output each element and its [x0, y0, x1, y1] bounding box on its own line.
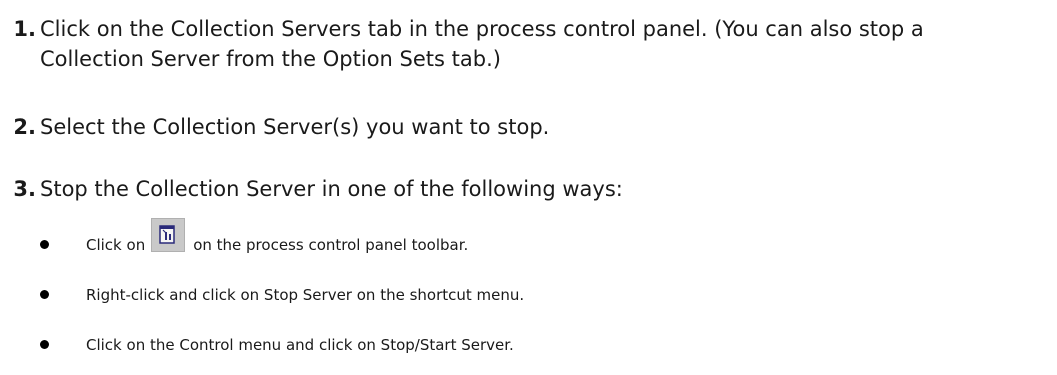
step-text: Click on the Collection Servers tab in t… — [40, 17, 924, 41]
bullet-text-after-icon: on the process control panel toolbar. — [193, 236, 469, 254]
step-1: 1. Click on the Collection Servers tab in… — [0, 14, 924, 45]
step-3: 3. Stop the Collection Server in one of t… — [0, 174, 623, 205]
bullet-text: Click on on the process control panel to… — [86, 218, 469, 262]
bullet-icon — [40, 290, 49, 299]
bullet-icon — [40, 240, 49, 249]
bullet-icon — [40, 340, 49, 349]
step-number: 1. — [13, 17, 36, 41]
step-1-continuation: Collection Server from the Option Sets t… — [40, 47, 501, 71]
step-number: 3. — [13, 177, 36, 201]
step-number: 2. — [13, 115, 36, 139]
bullet-text: Right-click and click on Stop Server on … — [86, 286, 525, 304]
bullet-item: Click on on the process control panel to… — [0, 218, 1057, 262]
step-text: Stop the Collection Server in one of the… — [40, 177, 623, 201]
bullet-text-before-icon: Click on — [86, 236, 146, 254]
step-text: Select the Collection Server(s) you want… — [40, 115, 550, 139]
bullet-item: Right-click and click on Stop Server on … — [0, 280, 1057, 310]
bullet-item: Click on the Control menu and click on S… — [0, 330, 1057, 360]
step-2: 2. Select the Collection Server(s) you wa… — [0, 112, 549, 143]
bullet-text: Click on the Control menu and click on S… — [86, 336, 514, 354]
document-page: 1. Click on the Collection Servers tab in… — [0, 0, 1057, 375]
stop-server-icon — [151, 218, 186, 252]
